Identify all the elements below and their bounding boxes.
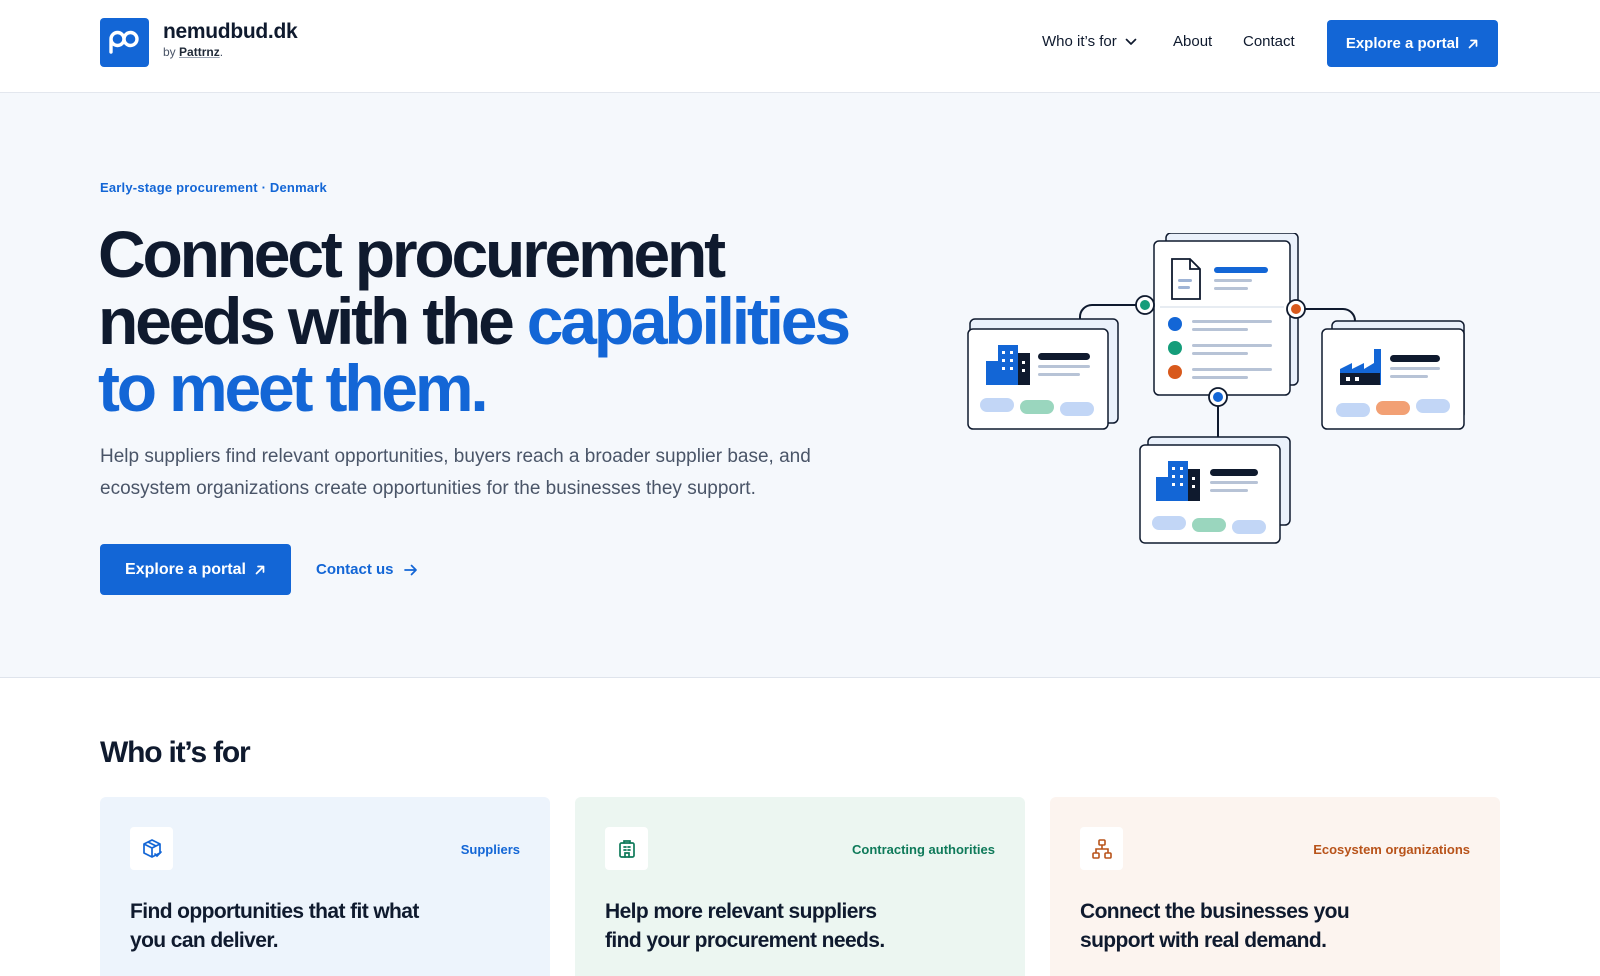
- chevron-down-icon: [1125, 38, 1137, 45]
- headline-period: .: [470, 351, 488, 425]
- hero-eyebrow: Early-stage procurement · Denmark: [100, 180, 327, 195]
- contact-us-label: Contact us: [316, 561, 394, 578]
- building-icon: [605, 827, 648, 870]
- hero-headline: Connect procurement needs with the capab…: [98, 221, 878, 422]
- audience-card-contracting-authorities[interactable]: Contracting authorities Help more releva…: [575, 797, 1025, 976]
- nav-who-label: Who it’s for: [1042, 33, 1117, 50]
- hero-section: Early-stage procurement · Denmark Connec…: [0, 93, 1600, 678]
- arrow-up-right-icon: [1468, 39, 1478, 48]
- card-title: Help more relevant suppliers find your p…: [605, 900, 885, 952]
- hero-subtext: Help suppliers find relevant opportuniti…: [100, 446, 811, 499]
- brand-name[interactable]: nemudbud.dk: [163, 20, 298, 44]
- nav-about[interactable]: About: [1173, 33, 1212, 50]
- brand-byline: by Pattrnz.: [163, 45, 223, 59]
- package-check-icon: [130, 827, 173, 870]
- headline-line-1: Connect procurement: [98, 217, 726, 291]
- logo-icon[interactable]: [100, 18, 149, 67]
- arrow-right-icon: [403, 564, 417, 575]
- audience-card-suppliers[interactable]: Suppliers Find opportunities that fit wh…: [100, 797, 550, 976]
- explore-portal-button[interactable]: Explore a portal: [1327, 20, 1498, 67]
- network-icon: [1080, 827, 1123, 870]
- card-title: Connect the businesses you support with …: [1080, 900, 1350, 952]
- supplier-card-right: [1321, 320, 1465, 430]
- buyer-card-left: [967, 318, 1119, 430]
- network-illustration: [967, 233, 1465, 544]
- arrow-up-right-icon: [255, 565, 265, 574]
- card-tag: Contracting authorities: [851, 842, 995, 857]
- card-title: Find opportunities that fit what you can…: [130, 900, 419, 952]
- audience-card-ecosystem-organizations[interactable]: Ecosystem organizations Connect the busi…: [1050, 797, 1500, 976]
- card-tag: Ecosystem organizations: [1313, 842, 1470, 857]
- hero-explore-portal-button[interactable]: Explore a portal: [100, 544, 291, 595]
- document-card: [1153, 233, 1299, 396]
- site-header: nemudbud.dk by Pattrnz. Who it’s for Abo…: [0, 0, 1600, 93]
- explore-portal-label: Explore a portal: [1345, 35, 1460, 52]
- nav-who-its-for[interactable]: Who it’s for: [1042, 33, 1137, 50]
- nav-contact[interactable]: Contact: [1243, 33, 1295, 50]
- who-its-for-title: Who it’s for: [100, 736, 251, 769]
- contact-us-link[interactable]: Contact us: [316, 561, 418, 578]
- headline-line-2: needs with the: [98, 284, 527, 358]
- brand-by-label: by: [163, 45, 176, 59]
- card-tag: Suppliers: [460, 842, 520, 857]
- brand-by-suffix: .: [219, 45, 224, 59]
- headline-accent-1: capabilities: [526, 284, 851, 358]
- headline-accent-2: to meet them: [98, 351, 474, 425]
- pattrnz-link[interactable]: Pattrnz: [179, 45, 220, 59]
- buyer-card-bottom: [1139, 436, 1291, 544]
- hero-explore-label: Explore a portal: [125, 560, 246, 578]
